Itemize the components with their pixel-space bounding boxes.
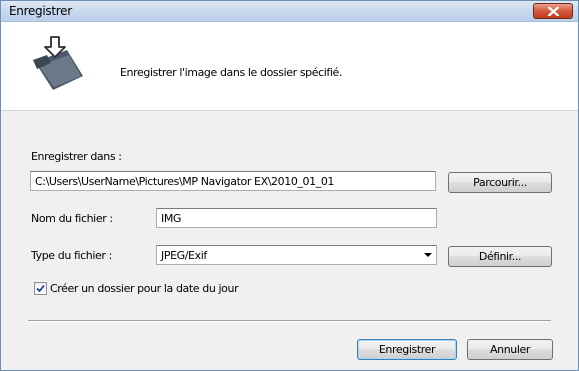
filename-field[interactable]: IMG (156, 208, 437, 228)
save-in-field[interactable]: C:\Users\UserName\Pictures\MP Navigator … (30, 171, 436, 191)
checkmark-icon (36, 284, 45, 293)
create-folder-checkbox[interactable] (34, 282, 47, 295)
save-button[interactable]: Enregistrer (357, 339, 457, 360)
define-button[interactable]: Définir... (448, 246, 552, 267)
browse-button[interactable]: Parcourir... (448, 172, 552, 193)
save-dialog: Enregistrer Enregistrer l'image dans le … (0, 0, 579, 371)
filetype-label: Type du fichier : (31, 249, 112, 262)
footer-divider (28, 320, 551, 322)
filename-label: Nom du fichier : (31, 212, 113, 225)
create-folder-label[interactable]: Créer un dossier pour la date du jour (50, 282, 239, 295)
filetype-value: JPEG/Exif (161, 249, 207, 262)
header-message: Enregistrer l'image dans le dossier spéc… (120, 66, 342, 79)
dialog-header: Enregistrer l'image dans le dossier spéc… (1, 22, 578, 111)
cancel-button[interactable]: Annuler (467, 339, 553, 360)
close-button[interactable] (533, 3, 573, 19)
chevron-down-icon (424, 253, 432, 257)
save-in-label: Enregistrer dans : (31, 150, 122, 163)
filetype-select[interactable]: JPEG/Exif (156, 245, 437, 265)
window-title: Enregistrer (9, 4, 72, 18)
title-bar[interactable]: Enregistrer (1, 1, 578, 22)
close-icon (548, 7, 559, 16)
save-to-folder-icon (33, 36, 83, 90)
